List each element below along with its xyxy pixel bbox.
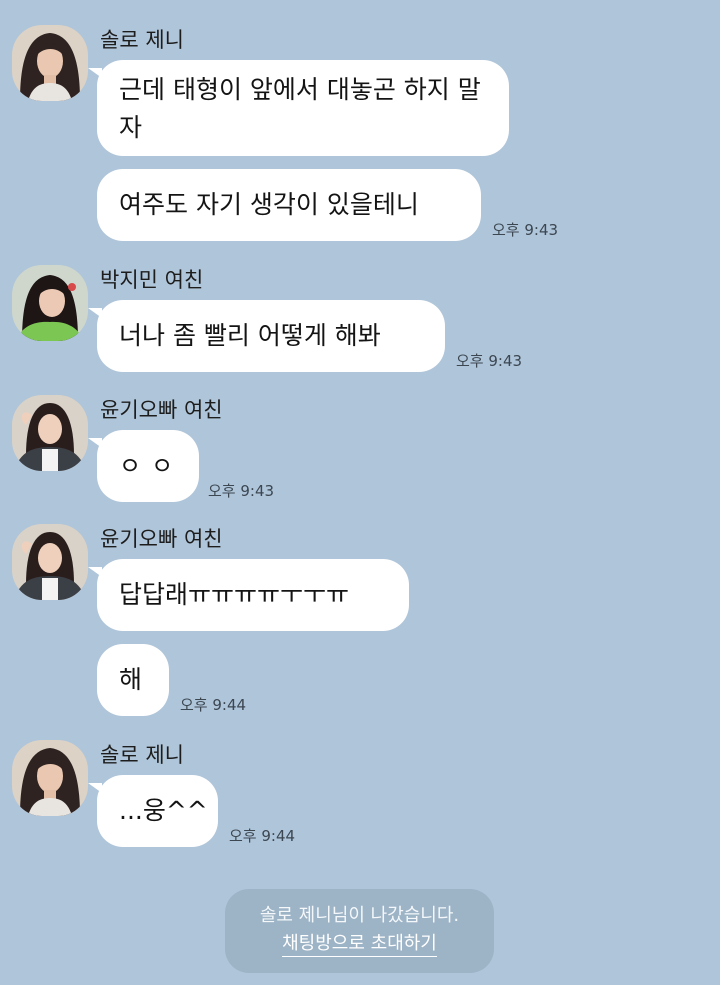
sender-name: 윤기오빠 여친 bbox=[100, 527, 223, 551]
avatar-solo-jennie[interactable] bbox=[12, 740, 88, 816]
sender-name: 윤기오빠 여친 bbox=[100, 398, 223, 422]
message-bubble[interactable]: ...웅^^ bbox=[88, 775, 218, 847]
message-text: 근데 태형이 앞에서 대놓곤 하지 말자 bbox=[119, 75, 481, 142]
sender-name: 박지민 여친 bbox=[100, 268, 204, 292]
avatar-yoongi-gf[interactable] bbox=[12, 524, 88, 600]
message-bubble[interactable]: 해 bbox=[97, 644, 169, 716]
timestamp: 오후 9:44 bbox=[229, 827, 296, 845]
message-text: 답답래ㅠㅠㅠㅠㅜㅜㅠ bbox=[119, 580, 350, 609]
system-notice: 솔로 제니님이 나갔습니다. 채팅방으로 초대하기 bbox=[225, 889, 494, 973]
sender-name: 솔로 제니 bbox=[100, 743, 184, 767]
sender-name: 솔로 제니 bbox=[100, 28, 184, 52]
message-text: 해 bbox=[119, 665, 143, 694]
profile-photo bbox=[12, 395, 88, 471]
invite-to-chat-link[interactable]: 채팅방으로 초대하기 bbox=[282, 932, 437, 957]
profile-photo bbox=[12, 524, 88, 600]
timestamp: 오후 9:43 bbox=[456, 352, 523, 370]
avatar-yoongi-gf[interactable] bbox=[12, 395, 88, 471]
profile-photo bbox=[12, 265, 88, 341]
message-bubble[interactable]: ㅇㅇ bbox=[88, 430, 199, 502]
avatar-park-jimin-gf[interactable] bbox=[12, 265, 88, 341]
timestamp: 오후 9:44 bbox=[180, 696, 247, 714]
message-bubble[interactable]: 근데 태형이 앞에서 대놓곤 하지 말자 bbox=[88, 60, 509, 156]
message-bubble[interactable]: 너나 좀 빨리 어떻게 해봐 bbox=[88, 300, 445, 372]
message-text: 여주도 자기 생각이 있을테니 bbox=[119, 190, 419, 219]
profile-photo bbox=[12, 740, 88, 816]
message-text: ...웅^^ bbox=[119, 796, 208, 825]
profile-photo bbox=[12, 25, 88, 101]
avatar-solo-jennie[interactable] bbox=[12, 25, 88, 101]
timestamp: 오후 9:43 bbox=[208, 482, 275, 500]
message-bubble[interactable]: 여주도 자기 생각이 있을테니 bbox=[97, 169, 481, 241]
message-text: 너나 좀 빨리 어떻게 해봐 bbox=[119, 321, 381, 350]
message-text: ㅇㅇ bbox=[119, 452, 184, 480]
message-bubble[interactable]: 답답래ㅠㅠㅠㅠㅜㅜㅠ bbox=[88, 559, 409, 631]
notice-text: 솔로 제니님이 나갔습니다. bbox=[259, 905, 460, 926]
timestamp: 오후 9:43 bbox=[492, 221, 559, 239]
